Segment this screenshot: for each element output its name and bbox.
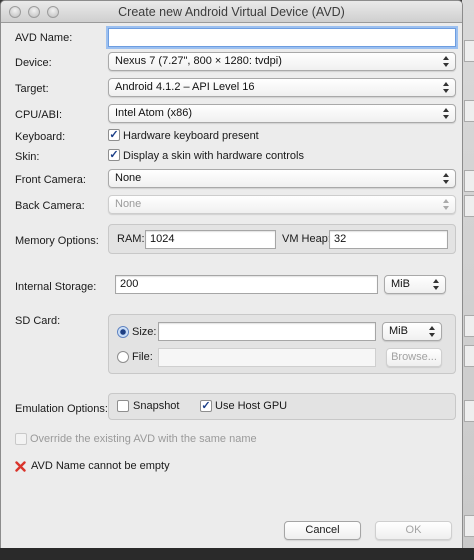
minimize-window-icon[interactable]: [28, 6, 40, 18]
background-slot: [464, 515, 474, 537]
ram-label: RAM:: [117, 233, 145, 245]
device-select-value: Nexus 7 (7.27", 800 × 1280: tvdpi): [115, 55, 282, 67]
avd-name-label: AVD Name:: [15, 32, 73, 44]
internal-storage-unit-value: MiB: [391, 278, 410, 290]
background-slot: [464, 195, 474, 217]
window-title: Create new Android Virtual Device (AVD): [118, 5, 345, 19]
background-slot: [464, 315, 474, 337]
background-taskbar: [0, 548, 474, 560]
host-gpu-label: Use Host GPU: [215, 400, 288, 412]
checkmark-icon: ✓: [201, 400, 211, 412]
background-slot: [464, 40, 474, 62]
error-message: AVD Name cannot be empty: [31, 460, 170, 472]
snapshot-label: Snapshot: [133, 400, 180, 412]
host-gpu-checkbox[interactable]: ✓: [200, 400, 212, 412]
back-camera-select[interactable]: None: [108, 195, 456, 214]
up-down-arrows-icon: [433, 279, 439, 290]
skin-checkbox-label: Display a skin with hardware controls: [123, 150, 304, 162]
override-label: Override the existing AVD with the same …: [30, 433, 257, 445]
keyboard-checkbox-label: Hardware keyboard present: [123, 130, 259, 142]
sd-file-input[interactable]: [158, 348, 376, 367]
sd-size-label: Size:: [132, 326, 157, 338]
back-camera-select-value: None: [115, 198, 142, 210]
error-x-icon: [15, 461, 26, 472]
device-label: Device:: [15, 57, 52, 69]
background-window-edge: [462, 0, 474, 560]
override-checkbox[interactable]: [15, 433, 27, 445]
front-camera-label: Front Camera:: [15, 174, 86, 186]
background-slot: [464, 400, 474, 422]
up-down-arrows-icon: [443, 108, 449, 119]
target-label: Target:: [15, 83, 49, 95]
internal-storage-label: Internal Storage:: [15, 281, 97, 293]
sd-size-radio[interactable]: [117, 326, 129, 338]
sd-file-radio[interactable]: [117, 351, 129, 363]
back-camera-label: Back Camera:: [15, 200, 85, 212]
front-camera-select[interactable]: None: [108, 169, 456, 188]
snapshot-checkbox[interactable]: [117, 400, 129, 412]
checkmark-icon: ✓: [109, 149, 119, 161]
device-select[interactable]: Nexus 7 (7.27", 800 × 1280: tvdpi): [108, 52, 456, 71]
internal-storage-unit-select[interactable]: MiB: [384, 275, 446, 294]
cpu-abi-select-value: Intel Atom (x86): [115, 107, 193, 119]
checkmark-icon: ✓: [109, 129, 119, 141]
up-down-arrows-icon: [443, 173, 449, 184]
cpu-abi-select[interactable]: Intel Atom (x86): [108, 104, 456, 123]
up-down-arrows-icon: [443, 199, 449, 210]
target-select[interactable]: Android 4.1.2 – API Level 16: [108, 78, 456, 97]
close-window-icon[interactable]: [9, 6, 21, 18]
up-down-arrows-icon: [443, 82, 449, 93]
internal-storage-input[interactable]: 200: [115, 275, 378, 294]
sd-size-unit-select[interactable]: MiB: [382, 322, 442, 341]
background-slot: [464, 170, 474, 192]
sd-size-input[interactable]: [158, 322, 376, 341]
ram-input[interactable]: 1024: [145, 230, 276, 249]
sd-size-unit-value: MiB: [389, 325, 408, 337]
keyboard-checkbox[interactable]: ✓: [108, 129, 120, 141]
sd-card-label: SD Card:: [15, 315, 61, 327]
target-select-value: Android 4.1.2 – API Level 16: [115, 81, 255, 93]
avd-dialog: Create new Android Virtual Device (AVD) …: [0, 0, 463, 549]
browse-button[interactable]: Browse...: [386, 348, 442, 367]
cpu-abi-label: CPU/ABI:: [15, 109, 63, 121]
cancel-button[interactable]: Cancel: [284, 521, 361, 540]
avd-name-input[interactable]: [108, 28, 456, 47]
emulation-options-label: Emulation Options:: [15, 403, 108, 415]
zoom-window-icon[interactable]: [47, 6, 59, 18]
vm-heap-input[interactable]: 32: [329, 230, 448, 249]
background-slot: [464, 100, 474, 122]
memory-options-label: Memory Options:: [15, 235, 99, 247]
title-bar: Create new Android Virtual Device (AVD): [1, 1, 462, 23]
up-down-arrows-icon: [443, 56, 449, 67]
background-slot: [464, 345, 474, 367]
vm-heap-label: VM Heap:: [282, 233, 331, 245]
front-camera-select-value: None: [115, 172, 142, 184]
sd-file-label: File:: [132, 351, 153, 363]
skin-checkbox[interactable]: ✓: [108, 149, 120, 161]
skin-label: Skin:: [15, 151, 40, 163]
ok-button[interactable]: OK: [375, 521, 452, 540]
keyboard-label: Keyboard:: [15, 131, 66, 143]
up-down-arrows-icon: [429, 326, 435, 337]
